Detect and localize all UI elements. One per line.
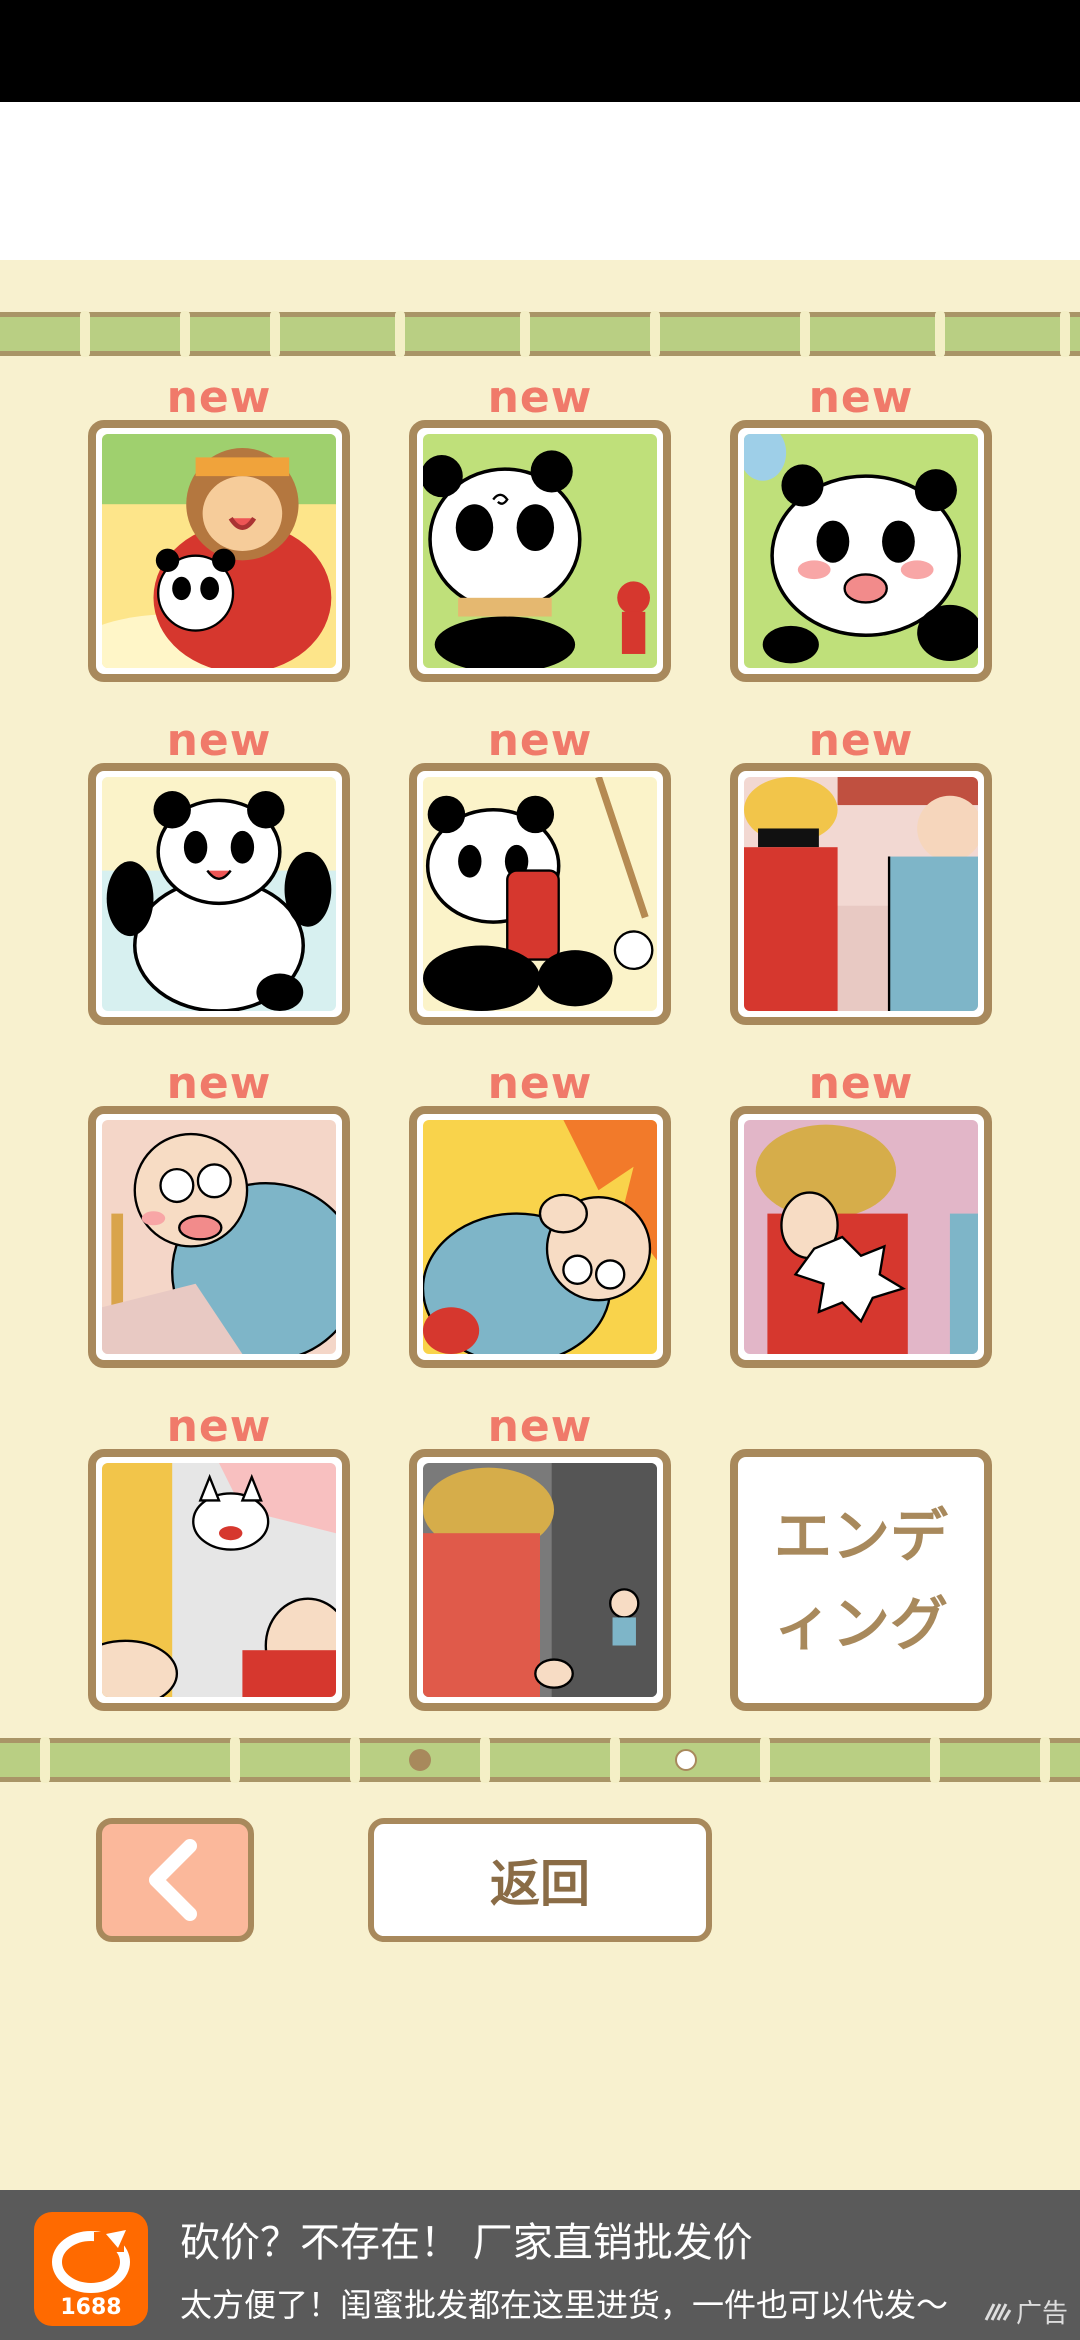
chevron-left-icon (149, 1839, 197, 1921)
new-badge: new (487, 372, 593, 423)
thumbnail-frame (88, 1106, 350, 1368)
back-arrow-button[interactable] (96, 1818, 254, 1942)
bamboo-rail-bottom (0, 1737, 1080, 1783)
new-badge: new (487, 1401, 593, 1452)
gallery-grid: new new new new new new new new new new … (88, 372, 992, 1711)
panda-with-barrel-image (423, 777, 657, 1011)
status-bar (0, 0, 1080, 102)
gallery-item[interactable]: new (730, 372, 992, 682)
ad-tag-label: 广告 (1015, 2299, 1068, 2329)
thumbnail-frame (730, 1106, 992, 1368)
top-blank-area (0, 102, 1080, 260)
thumbnail-frame (88, 763, 350, 1025)
gallery-item[interactable]: new (409, 1401, 671, 1711)
ad-app-logo[interactable]: 1688 (34, 2212, 148, 2326)
bamboo-rail-top (0, 311, 1080, 357)
new-badge: new (166, 1401, 272, 1452)
old-man-on-fire-image (423, 1120, 657, 1354)
new-badge: new (808, 1058, 914, 1109)
page-dot-1[interactable] (409, 1749, 431, 1771)
thumbnail-frame (409, 420, 671, 682)
gallery-item[interactable]: new (88, 1058, 350, 1368)
new-badge: new (166, 1058, 272, 1109)
gallery-item[interactable]: new (409, 1058, 671, 1368)
thumbnail-frame (409, 763, 671, 1025)
ad-banner[interactable]: 1688 砍价？不存在！ 厂家直销批发价 太方便了！闺蜜批发都在这里进货，一件也… (0, 2190, 1080, 2340)
ad-logo-text: 1688 (60, 2295, 122, 2320)
new-badge: new (808, 715, 914, 766)
gallery-item[interactable]: new (88, 1401, 350, 1711)
gallery-item[interactable]: new (88, 372, 350, 682)
knocked-out-old-man-image (102, 1120, 336, 1354)
page-dot-2-active[interactable] (675, 1749, 697, 1771)
thumbnail-frame (409, 1449, 671, 1711)
gallery-item[interactable]: new (409, 372, 671, 682)
workers-in-red-and-blue-image (744, 777, 978, 1011)
gallery-item[interactable]: new (730, 1058, 992, 1368)
return-button[interactable]: 返回 (368, 1818, 712, 1942)
new-badge: new (808, 372, 914, 423)
crying-panda-image (744, 434, 978, 668)
thumbnail-frame (730, 420, 992, 682)
thumbnail-frame (88, 1449, 350, 1711)
thumbnail-frame: エンディング (730, 1449, 992, 1711)
worker-looking-down-image (423, 1463, 657, 1697)
gallery-item[interactable]: new (409, 715, 671, 1025)
new-badge: new (166, 715, 272, 766)
thumbnail-frame (730, 763, 992, 1025)
wukong-holding-panda-image (102, 434, 336, 668)
dizzy-panda-image (423, 434, 657, 668)
ending-item[interactable]: エンディング (730, 1449, 992, 1711)
ad-network-icon (984, 2302, 1012, 2321)
gallery-item[interactable]: new (88, 715, 350, 1025)
happy-panda-image (102, 777, 336, 1011)
new-badge: new (487, 1058, 593, 1109)
thumbnail-frame (88, 420, 350, 682)
ad-title[interactable]: 砍价？不存在！ 厂家直销批发价 (180, 2210, 753, 2268)
punched-worker-image (744, 1120, 978, 1354)
gallery-item[interactable]: new (730, 715, 992, 1025)
ad-subtitle[interactable]: 太方便了！闺蜜批发都在这里进货，一件也可以代发～ (180, 2280, 1060, 2326)
new-badge: new (166, 372, 272, 423)
ending-label: エンディング (773, 1502, 948, 1658)
angry-cat-image (102, 1463, 336, 1697)
thumbnail-frame (409, 1106, 671, 1368)
new-badge: new (487, 715, 593, 766)
ad-tag: 广告 (984, 2293, 1068, 2330)
